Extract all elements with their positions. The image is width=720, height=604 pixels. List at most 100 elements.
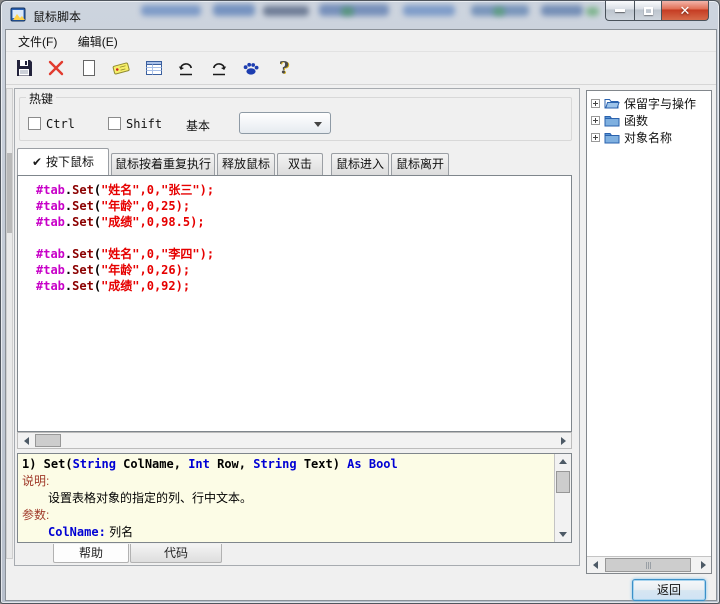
mouse-script-window: 鼠标脚本 ✕ 文件(F) 编辑(E) ?? [0, 0, 720, 604]
ctrl-checkbox-label[interactable]: Ctrl [46, 117, 75, 131]
tab-6[interactable]: 鼠标离开 [391, 153, 449, 175]
title-bar[interactable]: 鼠标脚本 ✕ [1, 1, 719, 29]
basic-mode-label: 基本 [186, 117, 210, 134]
tree-item-1[interactable]: 保留字与操作 [587, 95, 711, 112]
scroll-left-icon[interactable] [18, 433, 34, 448]
help-tab-1[interactable]: 帮助 [53, 544, 129, 563]
save-icon [14, 58, 34, 78]
shift-checkbox-label[interactable]: Shift [126, 117, 162, 131]
glass-blur-decoration [213, 4, 255, 16]
glass-blur-decoration [586, 7, 599, 16]
tab-label: 鼠标按着重复执行 [115, 157, 211, 171]
editor-horizontal-scrollbar[interactable] [17, 432, 572, 449]
code-line: #tab.Set("年龄",0,25); [36, 198, 571, 214]
help-tab-strip: 帮助代码 [17, 544, 223, 564]
undo-button[interactable] [174, 56, 198, 80]
left-scrollbar-thumb[interactable] [7, 153, 12, 233]
hotkey-groupbox: 热键 Ctrl Shift 基本 [19, 97, 572, 141]
expand-plus-icon[interactable] [591, 133, 600, 142]
paw-icon [241, 58, 261, 78]
check-icon: ✔ [32, 155, 42, 169]
minimize-icon [615, 9, 625, 12]
return-button[interactable]: 返回 [632, 579, 706, 601]
code-line: #tab.Set("姓名",0,"李四"); [36, 246, 571, 262]
code-editor[interactable]: #tab.Set("姓名",0,"张三");#tab.Set("年龄",0,25… [17, 175, 572, 432]
new-script-button[interactable] [77, 56, 101, 80]
closed-folder-icon [604, 114, 620, 127]
maximize-button[interactable] [634, 1, 661, 21]
glass-blur-decoration [263, 6, 309, 16]
tab-1[interactable]: ✔按下鼠标 [17, 148, 109, 175]
tab-4[interactable]: 双击 [277, 153, 323, 175]
code-line [36, 230, 571, 246]
expand-plus-icon[interactable] [591, 99, 600, 108]
tab-5[interactable]: 鼠标进入 [331, 153, 389, 175]
left-vertical-scrollbar[interactable] [6, 88, 13, 559]
close-icon: ✕ [680, 4, 691, 17]
form-table-button[interactable] [142, 56, 166, 80]
tree-horizontal-scrollbar[interactable] [587, 556, 711, 573]
tree-item-label: 函数 [624, 112, 648, 129]
code-line: #tab.Set("成绩",0,92); [36, 278, 571, 294]
help-line: ColName: 列名 [22, 524, 551, 540]
help-vertical-scrollbar[interactable] [554, 454, 571, 542]
help-panel: 1) Set(String ColName, Int Row, String T… [17, 453, 572, 543]
expand-plus-icon[interactable] [591, 116, 600, 125]
tree-item-2[interactable]: 函数 [587, 112, 711, 129]
delete-button[interactable] [44, 56, 68, 80]
tab-2[interactable]: 鼠标按着重复执行 [111, 153, 215, 175]
hotkey-dropdown[interactable] [239, 112, 331, 134]
tree-item-3[interactable]: 对象名称 [587, 129, 711, 146]
delete-x-icon [46, 58, 66, 78]
menu-file[interactable]: 文件(F) [10, 30, 65, 53]
svg-text:?: ? [279, 59, 289, 79]
code-line: #tab.Set("成绩",0,98.5); [36, 214, 571, 230]
code-line: #tab.Set("年龄",0,26); [36, 262, 571, 278]
ctrl-checkbox[interactable] [28, 117, 41, 130]
editor-scrollbar-thumb[interactable] [35, 434, 61, 447]
shift-checkbox[interactable] [108, 117, 121, 130]
tab-label: 鼠标离开 [396, 157, 444, 171]
help-line: 1) Set(String ColName, Int Row, String T… [22, 456, 551, 473]
scroll-right-icon[interactable] [555, 433, 571, 448]
tree-items: 保留字与操作函数对象名称 [587, 91, 711, 146]
scroll-right-icon[interactable] [695, 557, 711, 572]
hotkey-group-label: 热键 [26, 90, 56, 107]
code-line: #tab.Set("姓名",0,"张三"); [36, 182, 571, 198]
scroll-left-icon[interactable] [587, 557, 603, 572]
help-scrollbar-thumb[interactable] [556, 471, 570, 493]
tab-label: 鼠标进入 [336, 157, 384, 171]
glass-blur-decoration [141, 5, 201, 16]
save-button[interactable] [12, 56, 36, 80]
tab-3[interactable]: 释放鼠标 [217, 153, 275, 175]
menu-bar: 文件(F) 编辑(E) [6, 30, 716, 52]
redo-icon [209, 58, 229, 78]
closed-folder-icon [604, 131, 620, 144]
tab-label: 释放鼠标 [222, 157, 270, 171]
help-button[interactable]: ?? [272, 56, 296, 80]
glass-blur-decoration [541, 5, 583, 16]
glass-blur-decoration [403, 5, 455, 16]
tag-icon [111, 58, 131, 78]
help-content: 1) Set(String ColName, Int Row, String T… [22, 456, 551, 540]
help-tab-2[interactable]: 代码 [130, 544, 222, 563]
paw-button[interactable] [239, 56, 263, 80]
window-title: 鼠标脚本 [33, 8, 81, 25]
tree-scrollbar-thumb[interactable] [605, 558, 691, 572]
tree-item-label: 对象名称 [624, 129, 672, 146]
help-line: 说明: [22, 473, 551, 490]
app-icon [10, 7, 26, 23]
close-button[interactable]: ✕ [661, 1, 709, 21]
maximize-icon [644, 7, 653, 15]
chevron-down-icon [314, 122, 322, 127]
script-pane: 热键 Ctrl Shift 基本 ✔按下鼠标鼠标按着重复执行释放鼠标双击鼠标进入… [14, 88, 580, 566]
redo-button[interactable] [207, 56, 231, 80]
menu-edit[interactable]: 编辑(E) [70, 30, 126, 53]
code-lines: #tab.Set("姓名",0,"张三");#tab.Set("年龄",0,25… [18, 176, 571, 294]
help-line: 设置表格对象的指定的列、行中文本。 [22, 490, 551, 507]
scroll-down-icon[interactable] [555, 527, 571, 542]
comment-tag-button[interactable] [109, 56, 133, 80]
minimize-button[interactable] [605, 1, 634, 21]
scroll-up-icon[interactable] [555, 454, 571, 469]
glass-blur-decoration [341, 7, 354, 16]
